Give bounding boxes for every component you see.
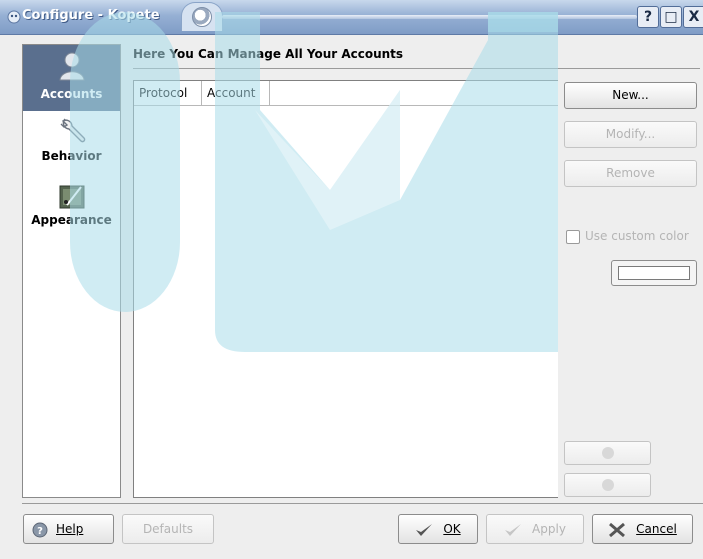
title-bar[interactable]: Configure - Kopete ? □ X: [0, 0, 703, 35]
cancel-button[interactable]: Cancel: [592, 514, 693, 544]
remove-account-button[interactable]: Remove: [564, 160, 697, 187]
window-title: Configure - Kopete: [22, 8, 160, 23]
sidebar-item-behavior[interactable]: Behavior: [23, 113, 120, 173]
page-title: Here You Can Manage All Your Accounts: [133, 47, 404, 61]
arrow-up-icon: [601, 447, 614, 459]
arrow-down-icon: [601, 479, 614, 491]
apply-button-label: Apply: [532, 522, 566, 536]
cancel-x-icon: [609, 522, 626, 537]
apply-button[interactable]: Apply: [486, 514, 584, 544]
title-decoration-bar: [222, 15, 637, 19]
help-button[interactable]: ? Help: [23, 514, 114, 544]
ok-button-label: OK: [443, 522, 461, 536]
new-button-label: New...: [612, 88, 649, 102]
help-title-button[interactable]: ?: [637, 6, 659, 28]
heading-divider: [133, 68, 700, 69]
cancel-button-label: Cancel: [636, 522, 677, 536]
user-silhouette-icon: [57, 51, 87, 81]
paint-icon: [57, 181, 87, 211]
accounts-list[interactable]: Protocol Account: [133, 80, 558, 498]
remove-button-label: Remove: [606, 166, 655, 180]
move-down-button[interactable]: [564, 473, 651, 497]
checkmark-icon: [505, 523, 522, 536]
list-header: Protocol Account: [134, 81, 558, 106]
new-account-button[interactable]: New...: [564, 82, 697, 109]
defaults-button[interactable]: Defaults: [122, 514, 214, 544]
close-button[interactable]: X: [683, 6, 703, 28]
kopete-app-icon[interactable]: [6, 9, 22, 25]
help-button-label: Help: [56, 522, 84, 536]
modify-button-label: Modify...: [605, 127, 656, 141]
svg-text:?: ?: [37, 526, 43, 537]
custom-color-label: Use custom color: [585, 229, 689, 243]
checkmark-icon: [416, 523, 433, 536]
move-up-button[interactable]: [564, 441, 651, 465]
title-decoration: [181, 2, 223, 31]
column-header-protocol[interactable]: Protocol: [134, 81, 202, 105]
sidebar-item-appearance[interactable]: Appearance: [23, 179, 120, 239]
maximize-button[interactable]: □: [660, 6, 682, 28]
column-header-account[interactable]: Account: [202, 81, 270, 105]
help-icon: ?: [32, 522, 48, 537]
bottom-divider: [22, 503, 703, 504]
modify-account-button[interactable]: Modify...: [564, 121, 697, 148]
sidebar-item-accounts[interactable]: Accounts: [23, 45, 120, 111]
wrench-icon: [57, 115, 87, 145]
custom-color-checkbox[interactable]: [566, 230, 580, 244]
defaults-button-label: Defaults: [142, 522, 194, 536]
color-picker-button[interactable]: [611, 260, 697, 286]
sidebar-item-label: Behavior: [41, 149, 102, 163]
ok-button[interactable]: OK: [398, 514, 478, 544]
sidebar-item-label: Accounts: [40, 87, 103, 101]
sidebar: Accounts Behavior Appearance: [22, 44, 121, 498]
sidebar-item-label: Appearance: [31, 213, 112, 227]
